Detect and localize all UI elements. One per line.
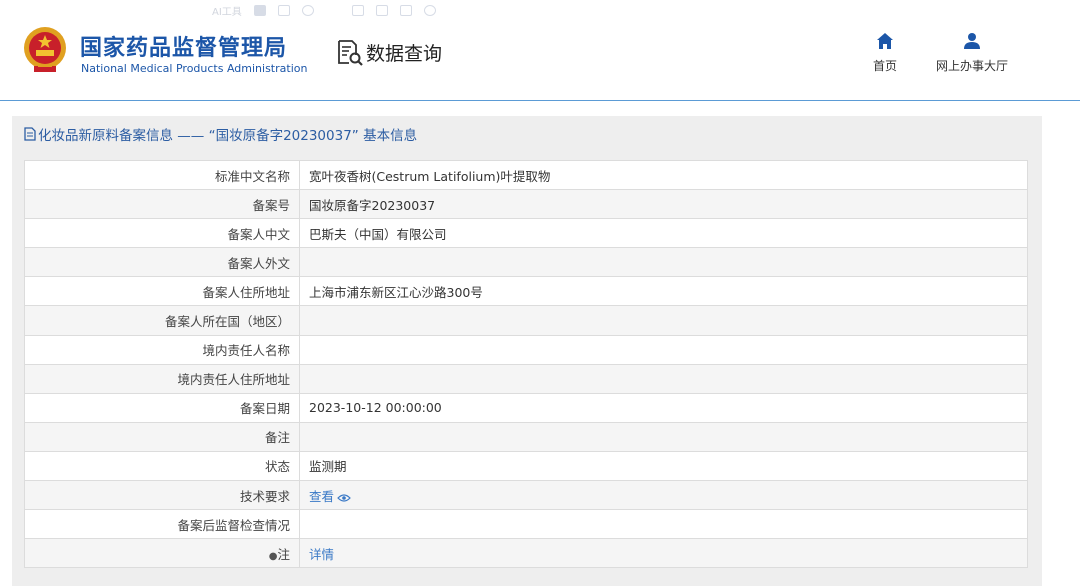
table-row: 备案号 国妆原备字20230037	[24, 189, 1028, 220]
row-value: 2023-10-12 00:00:00	[299, 392, 1028, 423]
row-value: 宽叶夜香树(Cestrum Latifolium)叶提取物	[299, 159, 1028, 191]
table-row: 备案人中文 巴斯夫（中国）有限公司	[24, 218, 1028, 249]
table-row: 备案日期 2023-10-12 00:00:00	[24, 392, 1028, 423]
row-value: 国妆原备字20230037	[299, 189, 1028, 220]
eye-icon[interactable]	[337, 493, 351, 503]
details-link[interactable]: 详情	[309, 547, 334, 562]
row-value: 详情	[299, 538, 1028, 569]
brand-english-name[interactable]: National Medical Products Administration	[81, 62, 307, 75]
row-value	[299, 363, 1028, 394]
table-row: 备注	[24, 421, 1028, 452]
row-label: 标准中文名称	[24, 159, 300, 191]
table-row: 备案后监督检查情况	[24, 509, 1028, 540]
table-row: 境内责任人名称	[24, 334, 1028, 365]
nav-hall-label: 网上办事大厅	[935, 59, 1008, 73]
row-label: 技术要求	[24, 480, 300, 511]
nav-home[interactable]: 首页	[868, 32, 902, 74]
document-search-icon	[338, 40, 363, 66]
row-label: 备案号	[24, 189, 300, 220]
table-row: 标准中文名称 宽叶夜香树(Cestrum Latifolium)叶提取物	[24, 159, 1028, 191]
row-label-note: ●注	[24, 538, 300, 569]
panel-title-text: 化妆品新原料备案信息 —— “国妆原备字20230037” 基本信息	[38, 128, 418, 144]
data-query-label: 数据查询	[366, 42, 443, 65]
row-label: 备案人中文	[24, 218, 300, 249]
row-label: 境内责任人名称	[24, 334, 300, 365]
row-label: 备案人住所地址	[24, 276, 300, 307]
row-value	[299, 509, 1028, 540]
record-info-table: 标准中文名称 宽叶夜香树(Cestrum Latifolium)叶提取物 备案号…	[24, 159, 1028, 569]
note-label: 注	[277, 546, 290, 562]
row-label: 备案人所在国（地区）	[24, 305, 300, 336]
site-header: 国家药品监督管理局 National Medical Products Admi…	[0, 0, 1080, 101]
row-value: 监测期	[299, 450, 1028, 482]
table-row: 备案人住所地址 上海市浦东新区江心沙路300号	[24, 276, 1028, 307]
data-query-title[interactable]: 数据查询	[336, 38, 442, 66]
row-label: 备案后监督检查情况	[24, 509, 300, 540]
row-value	[299, 305, 1028, 336]
row-value: 巴斯夫（中国）有限公司	[299, 218, 1028, 249]
table-row: 备案人所在国（地区）	[24, 305, 1028, 336]
nav-home-label: 首页	[872, 59, 897, 73]
table-row: 境内责任人住所地址	[24, 363, 1028, 394]
row-label: 备案人外文	[24, 247, 300, 278]
user-icon	[964, 33, 980, 49]
row-value	[299, 421, 1028, 452]
row-label: 境内责任人住所地址	[24, 363, 300, 394]
table-row: ●注 详情	[24, 538, 1028, 569]
brand-chinese-name[interactable]: 国家药品监督管理局	[80, 30, 287, 62]
home-icon	[877, 33, 893, 49]
table-row: 备案人外文	[24, 247, 1028, 278]
table-row: 状态 监测期	[24, 450, 1028, 482]
document-icon	[24, 127, 36, 141]
row-label: 备注	[24, 421, 300, 452]
view-tech-requirements-link[interactable]: 查看	[309, 489, 334, 504]
row-label: 备案日期	[24, 392, 300, 423]
national-emblem-icon[interactable]	[22, 26, 68, 74]
row-value: 查看	[299, 480, 1028, 511]
table-row: 技术要求 查看	[24, 480, 1028, 511]
row-value: 上海市浦东新区江心沙路300号	[299, 276, 1028, 307]
row-label: 状态	[24, 450, 300, 482]
panel-title: 化妆品新原料备案信息 —— “国妆原备字20230037” 基本信息	[24, 124, 417, 144]
row-value	[299, 247, 1028, 278]
row-value	[299, 334, 1028, 365]
nav-online-service-hall[interactable]: 网上办事大厅	[934, 32, 1010, 74]
